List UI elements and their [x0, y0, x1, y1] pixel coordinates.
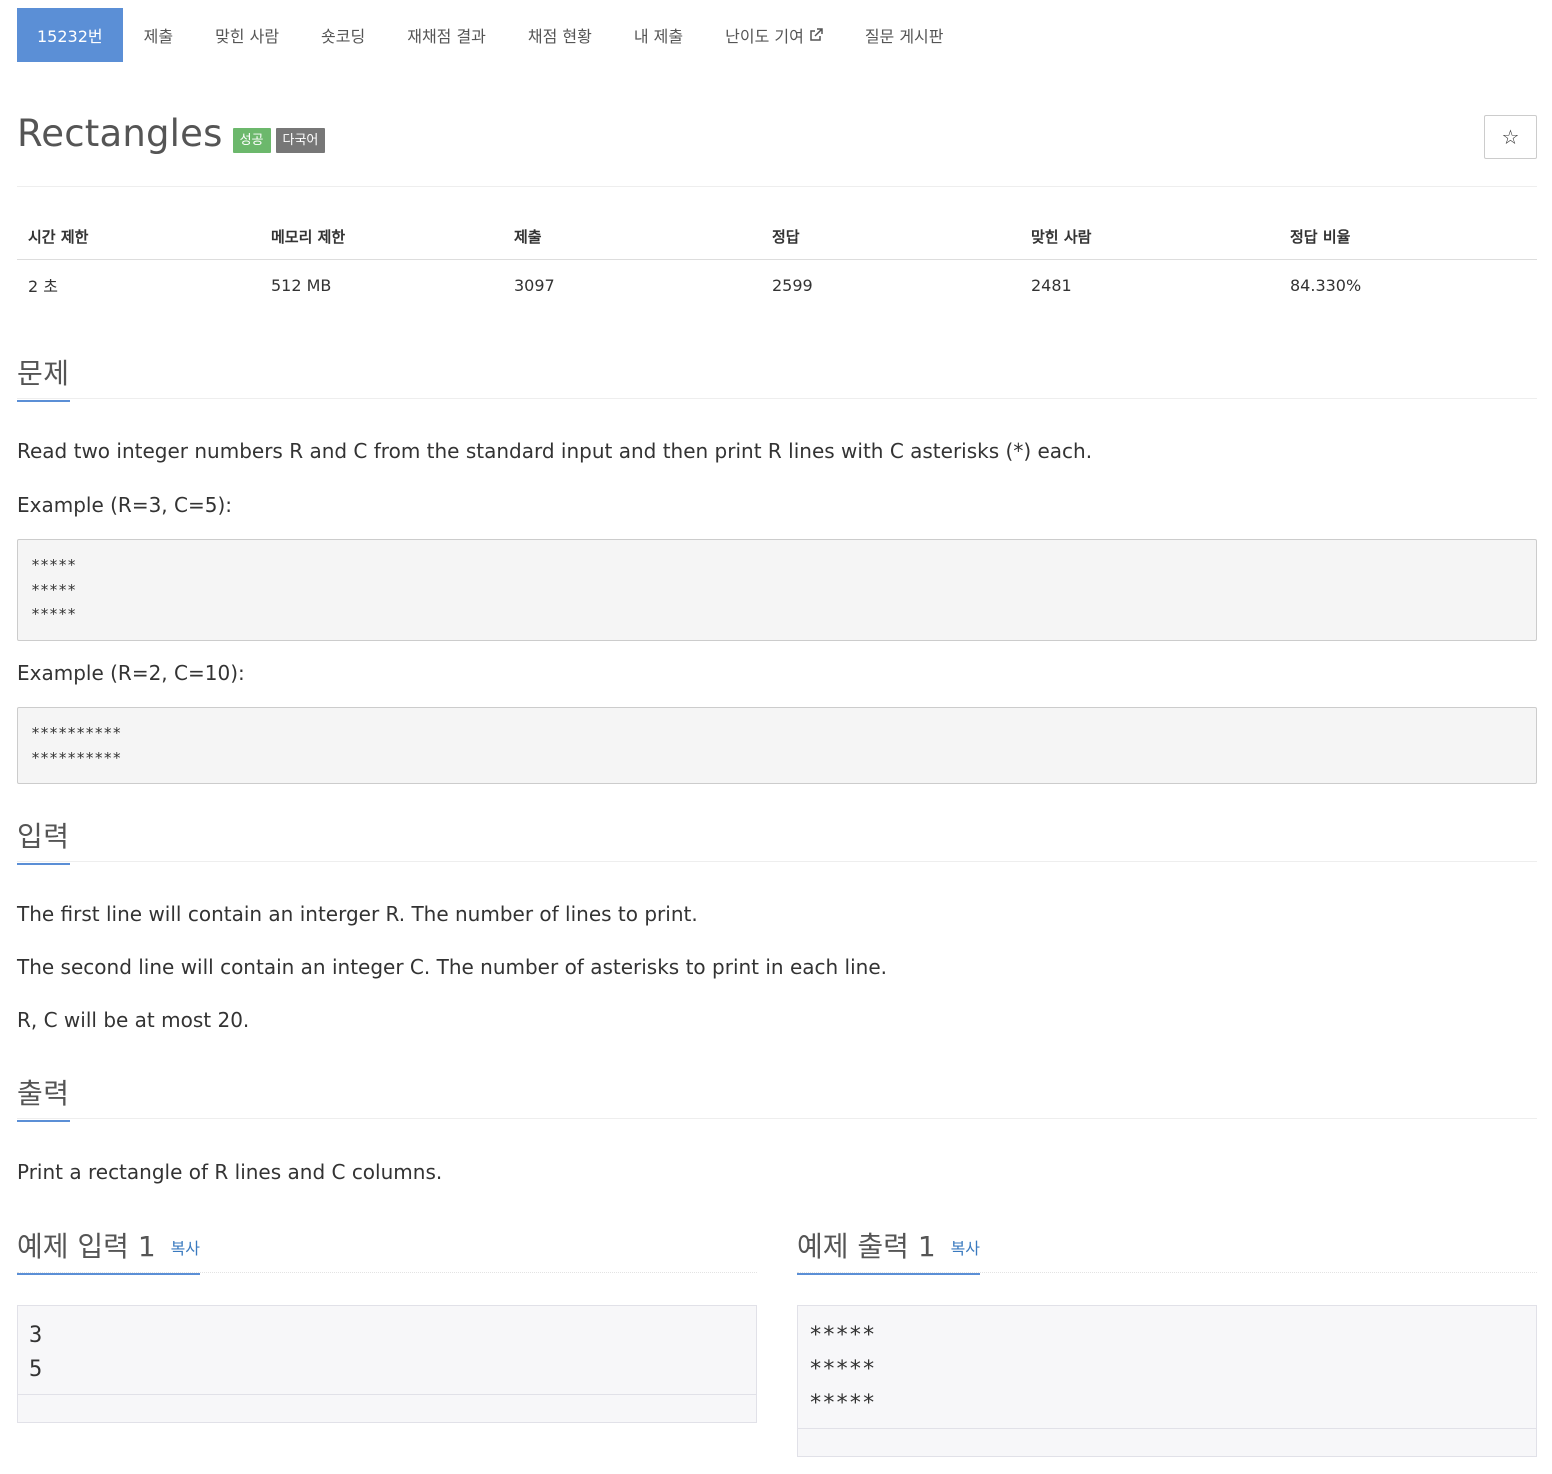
problem-info-table: 시간 제한 메모리 제한 제출 정답 맞힌 사람 정답 비율 2 초 512 M… — [17, 214, 1537, 310]
sample-output-title-text: 예제 출력 1 — [797, 1230, 936, 1263]
tab-rejudge-results[interactable]: 재채점 결과 — [386, 8, 507, 62]
page-title: Rectangles — [17, 112, 223, 155]
title-row: Rectangles 성공 다국어 — [17, 112, 326, 155]
sample-output-title: 예제 출력 1 복사 — [797, 1225, 981, 1275]
info-header-row: 시간 제한 메모리 제한 제출 정답 맞힌 사람 정답 비율 — [17, 214, 1537, 260]
sample-input-content: 3 5 — [29, 1323, 43, 1382]
example2-code: ********** ********** — [17, 707, 1537, 784]
problem-description: Read two integer numbers R and C from th… — [17, 439, 1093, 463]
info-value-solved-users: 2481 — [1031, 275, 1072, 295]
tab-problem-id[interactable]: 15232번 — [17, 8, 123, 62]
status-badge-multilang: 다국어 — [275, 127, 326, 154]
sample-output-footer — [798, 1428, 1536, 1456]
input-line-2: The second line will contain an integer … — [17, 955, 887, 979]
sample-input-box: 3 5 — [17, 1305, 757, 1423]
input-line-3: R, C will be at most 20. — [17, 1008, 250, 1032]
copy-sample-input-button[interactable]: 복사 — [171, 1239, 200, 1258]
sample-input-footer — [18, 1394, 756, 1422]
sample-divider — [797, 1272, 1537, 1273]
info-value-row: 2 초 512 MB 3097 2599 2481 84.330% — [17, 260, 1537, 311]
sample-output-content: ***** ***** ***** — [809, 1323, 876, 1416]
output-description: Print a rectangle of R lines and C colum… — [17, 1160, 443, 1184]
tab-submit[interactable]: 제출 — [123, 8, 194, 62]
info-header-memory-limit: 메모리 제한 — [260, 214, 503, 260]
info-header-submissions: 제출 — [503, 214, 761, 260]
tab-difficulty-contribution[interactable]: 난이도 기여 — [704, 8, 844, 62]
tab-status[interactable]: 채점 현황 — [507, 8, 613, 62]
example1-code: ***** ***** ***** — [17, 539, 1537, 641]
tab-difficulty-label: 난이도 기여 — [725, 27, 804, 46]
status-badge-success: 성공 — [232, 127, 271, 154]
section-divider — [17, 861, 1537, 862]
info-header-solved-users: 맞힌 사람 — [1020, 214, 1279, 260]
sample-output-box: ***** ***** ***** — [797, 1305, 1537, 1457]
section-output-header: 출력 — [17, 1072, 1537, 1122]
info-header-time-limit: 시간 제한 — [17, 214, 260, 260]
tab-my-submissions[interactable]: 내 제출 — [613, 8, 704, 62]
info-value-submissions: 3097 — [514, 275, 555, 295]
star-button[interactable]: ☆ — [1484, 115, 1537, 159]
sample-divider — [17, 1272, 757, 1273]
example2-label: Example (R=2, C=10): — [17, 661, 245, 685]
section-input-header: 입력 — [17, 815, 1537, 865]
section-input-title: 입력 — [17, 815, 70, 865]
title-divider — [17, 186, 1537, 187]
section-problem-title: 문제 — [17, 352, 70, 402]
problem-nav: 15232번 제출 맞힌 사람 숏코딩 재채점 결과 채점 현황 내 제출 난이… — [17, 8, 965, 62]
tab-qna-board[interactable]: 질문 게시판 — [844, 8, 965, 62]
info-value-accept-ratio: 84.330% — [1290, 275, 1362, 295]
sample-input-header: 예제 입력 1 복사 — [17, 1225, 757, 1275]
section-divider — [17, 1118, 1537, 1119]
info-value-accepted: 2599 — [772, 275, 813, 295]
sample-input-title: 예제 입력 1 복사 — [17, 1225, 201, 1275]
copy-sample-output-button[interactable]: 복사 — [951, 1239, 980, 1258]
example1-label: Example (R=3, C=5): — [17, 493, 233, 517]
sample-input-title-text: 예제 입력 1 — [17, 1230, 156, 1263]
input-line-1: The first line will contain an interger … — [17, 902, 698, 926]
section-output-title: 출력 — [17, 1072, 70, 1122]
info-value-time-limit: 2 초 — [28, 277, 58, 296]
external-link-icon — [810, 28, 823, 41]
tab-short-coding[interactable]: 숏코딩 — [300, 8, 386, 62]
section-divider — [17, 398, 1537, 399]
star-icon: ☆ — [1501, 125, 1520, 149]
info-header-accept-ratio: 정답 비율 — [1279, 214, 1537, 260]
info-value-memory-limit: 512 MB — [271, 275, 332, 295]
sample-output-header: 예제 출력 1 복사 — [797, 1225, 1537, 1275]
section-problem-header: 문제 — [17, 352, 1537, 402]
info-header-accepted: 정답 — [761, 214, 1020, 260]
tab-solved-users[interactable]: 맞힌 사람 — [194, 8, 300, 62]
